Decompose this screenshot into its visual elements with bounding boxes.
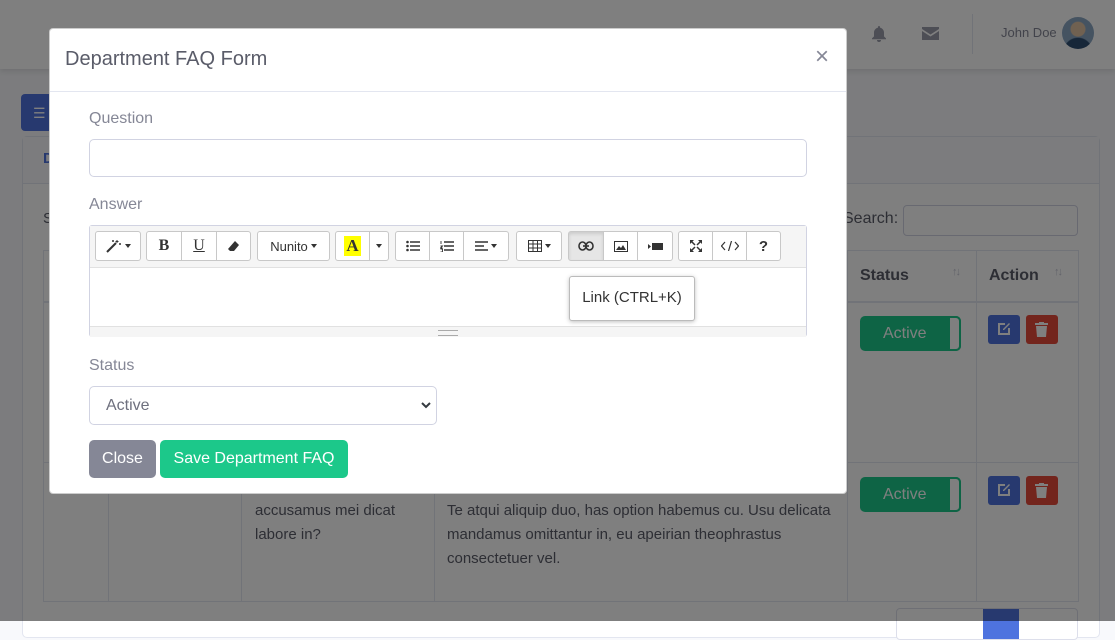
video-icon — [647, 242, 663, 250]
table-group — [516, 231, 562, 261]
editor-toolbar: B U Nunito A ? — [90, 226, 806, 268]
help-icon: ? — [758, 237, 769, 255]
underline-button[interactable]: U — [181, 231, 217, 261]
status-label: Status — [89, 357, 135, 374]
font-name-group: Nunito — [257, 231, 330, 261]
question-label: Question — [89, 110, 154, 127]
chevron-down-icon — [421, 402, 431, 409]
unordered-list-icon — [405, 240, 420, 252]
para-group — [395, 231, 509, 261]
font-format-group: B U — [146, 231, 251, 261]
code-icon — [720, 241, 739, 251]
faq-modal: Department FAQ Form × Question Answer B … — [49, 28, 847, 494]
view-group: ? — [678, 231, 781, 261]
magic-style-button[interactable] — [95, 231, 141, 261]
help-button[interactable]: ? — [746, 231, 781, 261]
clear-format-button[interactable] — [216, 231, 251, 261]
video-button[interactable] — [637, 231, 673, 261]
table-button[interactable] — [516, 231, 562, 261]
answer-label: Answer — [89, 196, 143, 213]
color-group: A — [335, 231, 389, 261]
link-tooltip: Link (CTRL+K) — [569, 276, 695, 321]
answer-editable-area[interactable] — [90, 267, 806, 326]
style-group — [95, 231, 141, 261]
picture-icon — [613, 240, 628, 252]
fullscreen-icon — [689, 240, 702, 252]
modal-title: Department FAQ Form — [65, 48, 268, 70]
status-select[interactable]: Active — [89, 386, 437, 425]
color-button[interactable]: A — [335, 231, 370, 261]
code-view-button[interactable] — [712, 231, 747, 261]
eraser-icon — [227, 241, 239, 251]
answer-editor: B U Nunito A ? — [89, 225, 807, 337]
modal-header: Department FAQ Form × — [50, 29, 846, 92]
editor-resize-bar[interactable] — [90, 326, 806, 337]
magic-wand-icon — [105, 240, 121, 253]
table-icon — [527, 240, 542, 252]
font-name-label: Nunito — [270, 238, 308, 254]
font-name-dropdown[interactable]: Nunito — [257, 231, 330, 261]
ordered-list-button[interactable] — [429, 231, 464, 261]
unordered-list-button[interactable] — [395, 231, 430, 261]
fullscreen-button[interactable] — [678, 231, 713, 261]
link-button[interactable] — [568, 231, 604, 261]
color-dropdown[interactable] — [369, 231, 389, 261]
bold-button[interactable]: B — [146, 231, 182, 261]
status-select-value: Active — [106, 397, 150, 414]
picture-button[interactable] — [603, 231, 638, 261]
resize-grip-icon — [438, 330, 458, 336]
paragraph-align-button[interactable] — [463, 231, 509, 261]
text-color-icon: A — [344, 236, 361, 256]
link-icon — [578, 241, 594, 251]
close-button[interactable]: Close — [89, 440, 156, 478]
ordered-list-icon — [439, 241, 454, 252]
save-department-faq-button[interactable]: Save Department FAQ — [160, 440, 348, 478]
align-left-icon — [475, 241, 488, 251]
insert-group — [568, 231, 673, 261]
question-input[interactable] — [89, 139, 807, 177]
close-icon[interactable]: × — [815, 45, 829, 69]
